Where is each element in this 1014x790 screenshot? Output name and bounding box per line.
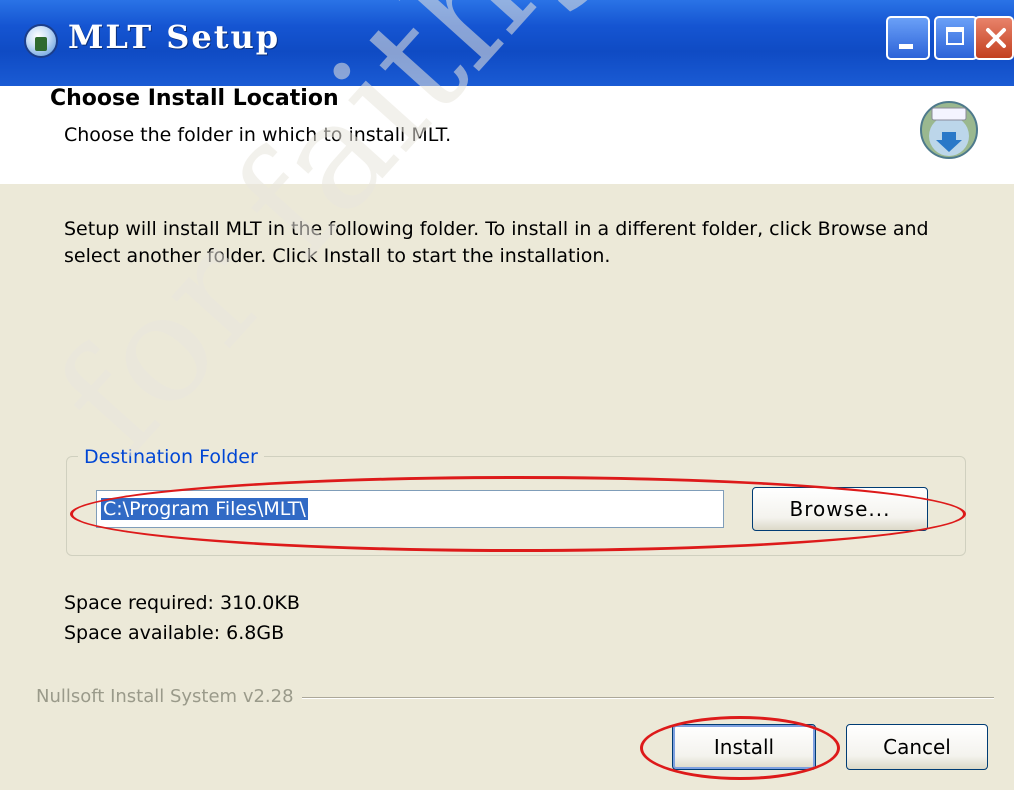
title-bar[interactable]: MLT Setup — [0, 0, 1014, 86]
browse-button-label: Browse... — [789, 497, 891, 521]
minimize-button[interactable] — [886, 16, 930, 60]
destination-path-value: C:\Program Files\MLT\ — [101, 498, 308, 520]
installer-app-icon — [24, 24, 58, 58]
installer-window: MLT Setup Choose Install Location Choose… — [0, 0, 1014, 790]
cancel-button[interactable]: Cancel — [846, 724, 988, 770]
page-title: Choose Install Location — [50, 86, 339, 111]
cancel-button-label: Cancel — [883, 735, 951, 759]
space-available-text: Space available: 6.8GB — [64, 622, 285, 644]
destination-path-input[interactable]: C:\Program Files\MLT\ — [96, 490, 724, 528]
browse-button[interactable]: Browse... — [752, 487, 928, 531]
nsis-branding-text: Nullsoft Install System v2.28 — [36, 686, 302, 707]
maximize-button[interactable] — [934, 16, 978, 60]
window-title: MLT Setup — [68, 18, 281, 56]
install-button-label: Install — [713, 735, 775, 759]
nsis-installer-icon — [920, 101, 978, 159]
close-icon — [986, 28, 1006, 48]
destination-folder-label: Destination Folder — [78, 446, 264, 468]
install-button[interactable]: Install — [672, 724, 816, 770]
install-description: Setup will install MLT in the following … — [64, 218, 929, 267]
page-subtitle: Choose the folder in which to install ML… — [64, 124, 452, 146]
close-button[interactable] — [974, 16, 1014, 60]
space-required-text: Space required: 310.0KB — [64, 592, 300, 614]
